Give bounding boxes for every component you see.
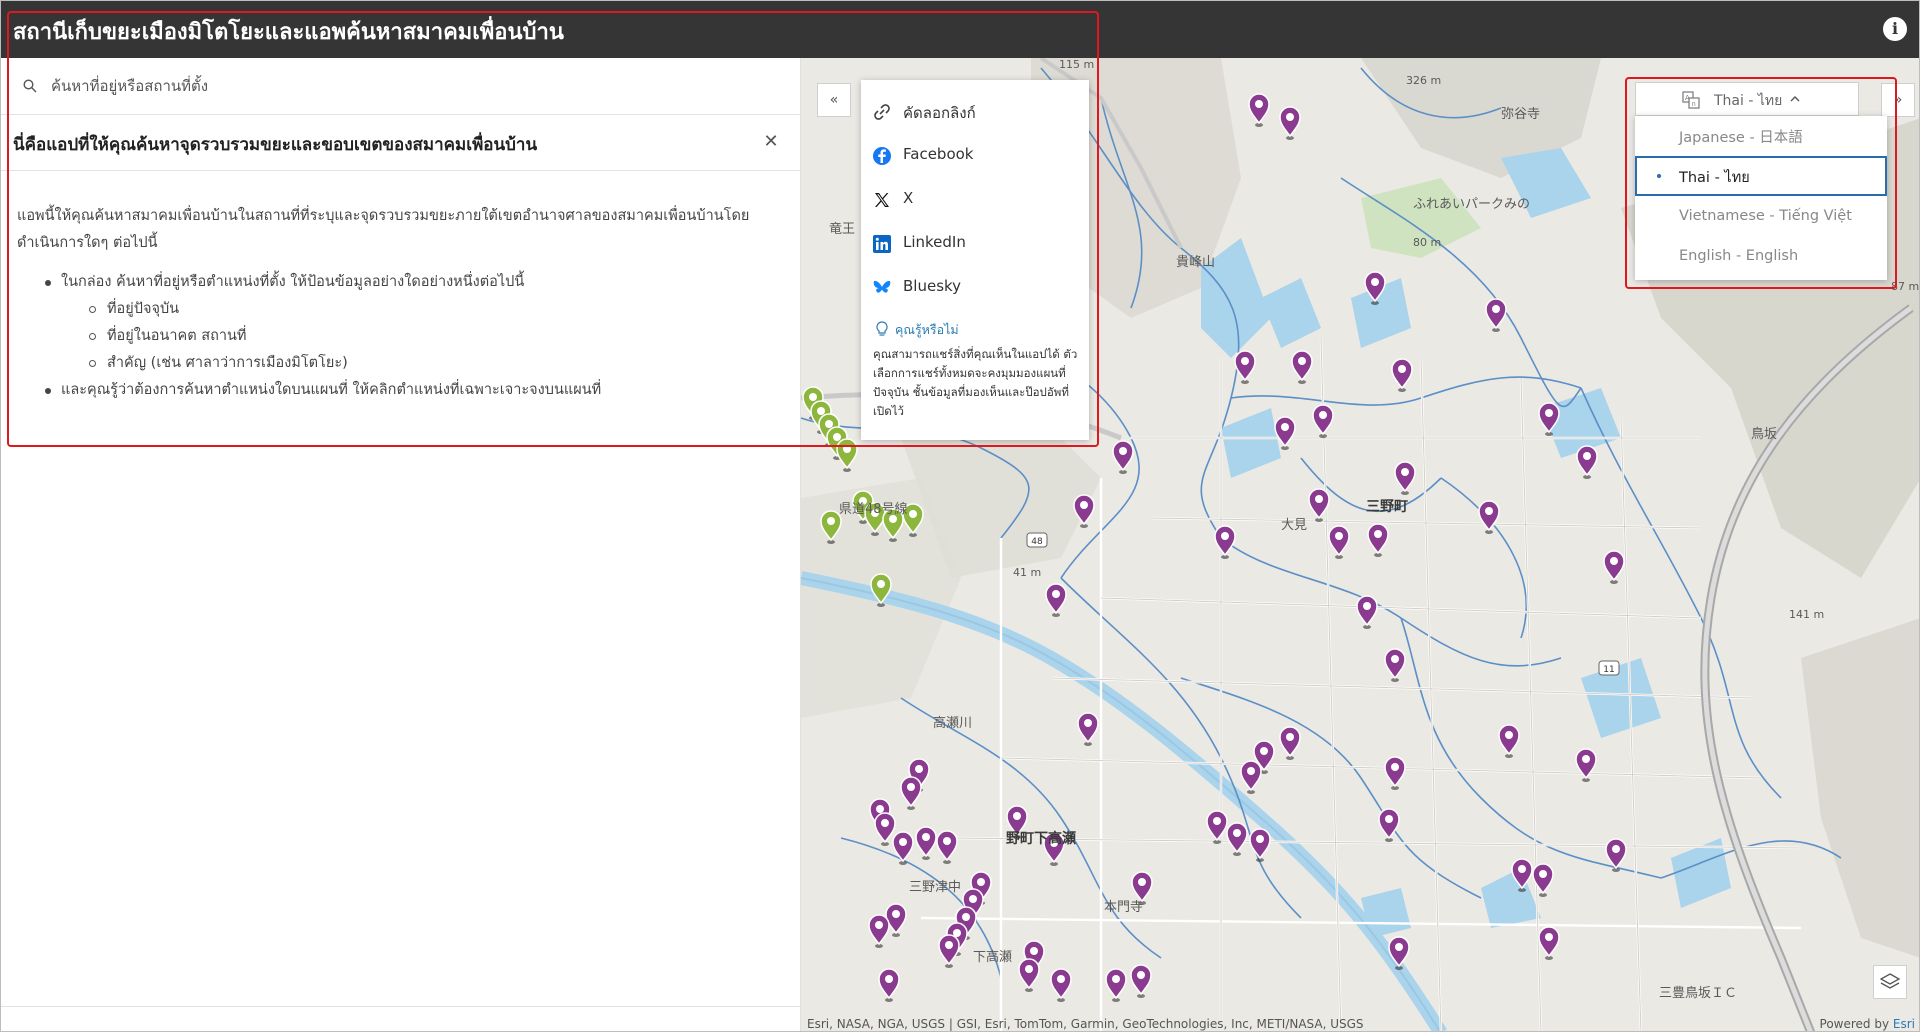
- map-view[interactable]: 48 11 三野町 野町下高瀬 本門寺 下高瀬 三野津中 三豊鳥坂ＩＣ 貴峰山 …: [801, 58, 1920, 1031]
- map-label: ふれあいパークみの: [1413, 197, 1531, 212]
- about-bullet: ในกล่อง ค้นหาที่อยู่หรือตำแหน่งที่ตั้ง ใ…: [17, 269, 787, 296]
- app-header: สถานีเก็บขยะเมืองมิโตโยะและแอพค้นหาสมาคม…: [1, 1, 1919, 58]
- bluesky-icon: [873, 280, 891, 293]
- map-label: 141 m: [1789, 608, 1825, 621]
- left-panel: นี่คือแอปที่ให้คุณค้นหาจุดรวบรวมขยะและขอ…: [1, 58, 801, 1031]
- search-icon: [23, 79, 37, 93]
- about-header: นี่คือแอปที่ให้คุณค้นหาจุดรวบรวมขยะและขอ…: [1, 115, 801, 171]
- translate-icon: A ก: [1682, 91, 1700, 109]
- powered-by[interactable]: Powered by Esri: [1820, 1017, 1915, 1031]
- about-body: แอพนี้ให้คุณค้นหาสมาคมเพื่อนบ้านในสถานที…: [17, 203, 787, 404]
- share-item-label: X: [903, 189, 914, 207]
- tip-title: คุณรู้หรือไม่: [895, 322, 959, 337]
- language-option-vietnamese[interactable]: Vietnamese - Tiếng Việt: [1635, 198, 1887, 238]
- about-subbullet: ที่อยู่ปัจจุบัน: [17, 296, 787, 323]
- map-label: 80 m: [1413, 236, 1442, 249]
- share-item-label: คัดลอกลิงก์: [903, 104, 976, 122]
- search-bar: [1, 58, 801, 115]
- x-icon: [875, 193, 889, 207]
- share-copy-link[interactable]: คัดลอกลิงก์: [861, 92, 1089, 132]
- divider: [1, 1006, 801, 1007]
- language-dropdown: Japanese - 日本語 Thai - ไทย Vietnamese - T…: [1635, 116, 1887, 280]
- map-label: 県道48号線: [839, 502, 908, 517]
- map-label: 高瀬川: [933, 716, 973, 731]
- language-option-label: Vietnamese - Tiếng Việt: [1679, 208, 1852, 224]
- map-label: 三豊鳥坂ＩＣ: [1659, 986, 1738, 1001]
- selected-dot-icon: [1657, 174, 1661, 178]
- about-intro: แอพนี้ให้คุณค้นหาสมาคมเพื่อนบ้านในสถานที…: [17, 208, 750, 251]
- collapse-panel-button[interactable]: «: [817, 83, 851, 117]
- map-label: 竜王: [829, 222, 856, 237]
- map-label: 鳥坂: [1751, 427, 1778, 442]
- map-label: 326 m: [1406, 74, 1442, 87]
- map-label: 貴峰山: [1176, 255, 1216, 270]
- map-label: 本門寺: [1104, 900, 1144, 915]
- map-label: 大見: [1281, 518, 1308, 533]
- svg-text:ก: ก: [1692, 100, 1696, 108]
- language-option-label: Japanese - 日本語: [1679, 130, 1803, 146]
- map-attribution: Esri, NASA, NGA, USGS | GSI, Esri, TomTo…: [807, 1017, 1364, 1031]
- share-linkedin[interactable]: LinkedIn: [861, 224, 1089, 264]
- info-icon[interactable]: i: [1883, 17, 1907, 41]
- about-bullet: และคุณรู้ว่าต้องการค้นหาตำแหน่งใดบนแผนที…: [17, 377, 787, 404]
- language-option-label: English - English: [1679, 248, 1799, 264]
- share-item-label: LinkedIn: [903, 233, 966, 251]
- about-subbullet: สำคัญ (เช่น ศาลาว่าการเมืองมิโตโยะ): [17, 350, 787, 377]
- lightbulb-icon: [876, 321, 888, 336]
- share-item-label: Facebook: [903, 145, 974, 163]
- close-icon[interactable]: ✕: [761, 132, 781, 152]
- facebook-icon: [873, 147, 891, 165]
- language-select[interactable]: A ก Thai - ไทย: [1635, 82, 1859, 116]
- map-label: 弥谷寺: [1501, 107, 1541, 122]
- search-input[interactable]: [51, 70, 771, 102]
- powered-by-brand: Esri: [1892, 1017, 1915, 1031]
- layers-icon: [1879, 973, 1901, 989]
- map-label: 野町下高瀬: [1006, 831, 1076, 847]
- chevron-up-icon: [1790, 96, 1800, 102]
- share-menu: คัดลอกลิงก์ Facebook X LinkedIn Bluesky …: [861, 80, 1089, 440]
- expand-panel-button[interactable]: »: [1881, 83, 1915, 117]
- map-label: 87 m: [1891, 280, 1920, 293]
- share-facebook[interactable]: Facebook: [861, 136, 1089, 176]
- about-title: นี่คือแอปที่ให้คุณค้นหาจุดรวบรวมขยะและขอ…: [13, 135, 538, 155]
- map-label: 115 m: [1059, 58, 1095, 71]
- map-label: 三野町: [1366, 499, 1408, 515]
- map-label: 41 m: [1013, 566, 1042, 579]
- svg-text:A: A: [1685, 94, 1690, 102]
- map-label: 三野津中: [909, 880, 962, 895]
- map-label: 下高瀬: [973, 950, 1013, 965]
- layers-button[interactable]: [1873, 965, 1907, 999]
- language-option-label: Thai - ไทย: [1679, 170, 1750, 186]
- tip-body: คุณสามารถแชร์สิ่งที่คุณเห็นในแอปได้ ตัวเ…: [873, 347, 1078, 418]
- language-option-japanese[interactable]: Japanese - 日本語: [1635, 116, 1887, 156]
- app-window: สถานีเก็บขยะเมืองมิโตโยะและแอพค้นหาสมาคม…: [0, 0, 1920, 1032]
- powered-by-prefix: Powered by: [1819, 1017, 1893, 1031]
- about-list: ในกล่อง ค้นหาที่อยู่หรือตำแหน่งที่ตั้ง ใ…: [17, 269, 787, 404]
- language-option-thai[interactable]: Thai - ไทย: [1635, 156, 1887, 196]
- language-option-english[interactable]: English - English: [1635, 238, 1887, 278]
- share-item-label: Bluesky: [903, 277, 962, 295]
- link-icon: [874, 104, 890, 120]
- language-current: Thai - ไทย: [1714, 93, 1783, 109]
- app-title: สถานีเก็บขยะเมืองมิโตโยะและแอพค้นหาสมาคม…: [13, 20, 564, 45]
- about-subbullet: ที่อยู่ในอนาคต สถานที่: [17, 323, 787, 350]
- share-bluesky[interactable]: Bluesky: [861, 268, 1089, 308]
- share-x[interactable]: X: [861, 180, 1089, 220]
- linkedin-icon: [873, 235, 891, 253]
